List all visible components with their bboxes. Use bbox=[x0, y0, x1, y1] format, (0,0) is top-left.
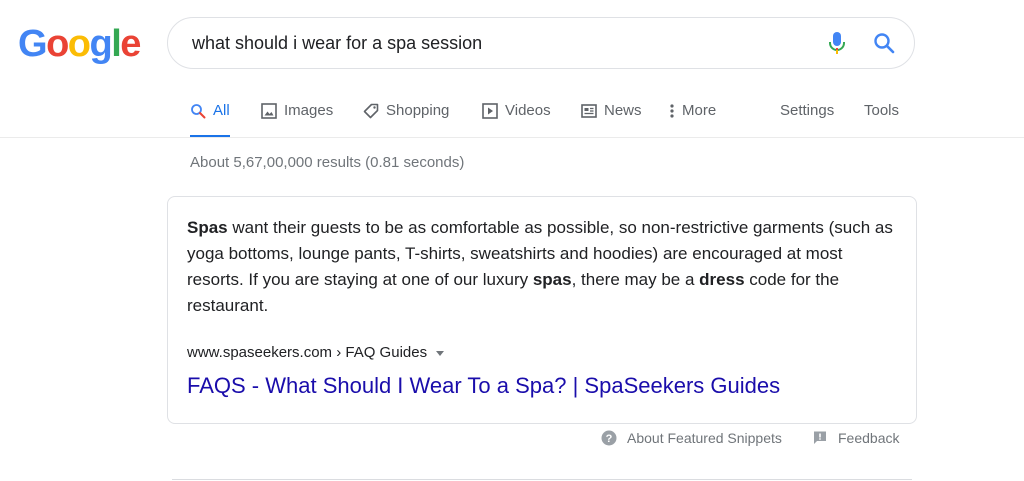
tab-label: Shopping bbox=[386, 102, 450, 119]
snippet-bold: dress bbox=[699, 270, 745, 289]
tag-icon bbox=[363, 103, 379, 119]
tab-videos[interactable]: Videos bbox=[482, 96, 551, 138]
bottom-divider bbox=[172, 479, 912, 480]
newspaper-icon bbox=[581, 104, 597, 118]
tab-tools[interactable]: Tools bbox=[864, 96, 899, 138]
help-icon: ? bbox=[601, 430, 617, 446]
caret-down-icon[interactable] bbox=[435, 348, 445, 358]
more-vertical-icon bbox=[670, 104, 674, 118]
tab-all[interactable]: All bbox=[190, 96, 230, 138]
search-tabs: All Images Shopping Videos News More Set… bbox=[0, 96, 1024, 138]
tab-label: Videos bbox=[505, 102, 551, 119]
feedback-label: Feedback bbox=[838, 430, 900, 446]
feedback-icon bbox=[814, 431, 826, 444]
search-icon bbox=[191, 104, 206, 119]
google-logo[interactable]: Google bbox=[18, 22, 141, 66]
image-icon bbox=[261, 103, 277, 119]
tab-images[interactable]: Images bbox=[261, 96, 333, 138]
snippet-text: Spas want their guests to be as comforta… bbox=[187, 215, 899, 319]
tab-label: All bbox=[213, 102, 230, 119]
tab-label: News bbox=[604, 102, 642, 119]
logo-letter: l bbox=[111, 23, 122, 65]
tab-label: Settings bbox=[780, 102, 835, 119]
search-input[interactable]: what should i wear for a spa session bbox=[192, 18, 482, 68]
cite-url: www.spaseekers.com › FAQ Guides bbox=[187, 344, 428, 361]
search-icon[interactable] bbox=[872, 31, 896, 55]
snippet-bold: spas bbox=[532, 270, 572, 289]
result-stats: About 5,67,00,000 results (0.81 seconds) bbox=[190, 154, 465, 171]
tab-more[interactable]: More bbox=[668, 96, 716, 138]
logo-letter: e bbox=[120, 23, 141, 65]
featured-snippet: Spas want their guests to be as comforta… bbox=[167, 196, 917, 424]
tab-label: More bbox=[682, 102, 717, 119]
microphone-icon[interactable] bbox=[826, 31, 848, 55]
about-featured-snippets[interactable]: ? About Featured Snippets bbox=[601, 428, 782, 448]
logo-letter: G bbox=[18, 23, 48, 65]
tab-shopping[interactable]: Shopping bbox=[363, 96, 449, 138]
result-cite: www.spaseekers.com › FAQ Guides bbox=[187, 343, 445, 363]
logo-letter: o bbox=[67, 23, 91, 65]
logo-letter: o bbox=[46, 23, 69, 65]
tab-label: Images bbox=[284, 102, 334, 119]
play-icon bbox=[482, 103, 498, 119]
snippet-segment: , there may be a bbox=[571, 270, 700, 289]
result-title-link[interactable]: FAQS - What Should I Wear To a Spa? | Sp… bbox=[187, 371, 780, 401]
search-box[interactable]: what should i wear for a spa session bbox=[167, 17, 915, 69]
tabs-divider bbox=[0, 137, 1024, 138]
about-snippets-label: About Featured Snippets bbox=[627, 430, 782, 446]
feedback-link[interactable]: Feedback bbox=[812, 428, 899, 448]
tab-news[interactable]: News bbox=[581, 96, 642, 138]
tab-settings[interactable]: Settings bbox=[780, 96, 834, 138]
tab-label: Tools bbox=[864, 102, 900, 119]
svg-text:?: ? bbox=[606, 433, 613, 445]
logo-letter: g bbox=[89, 23, 113, 65]
snippet-bold: Spas bbox=[187, 218, 228, 237]
